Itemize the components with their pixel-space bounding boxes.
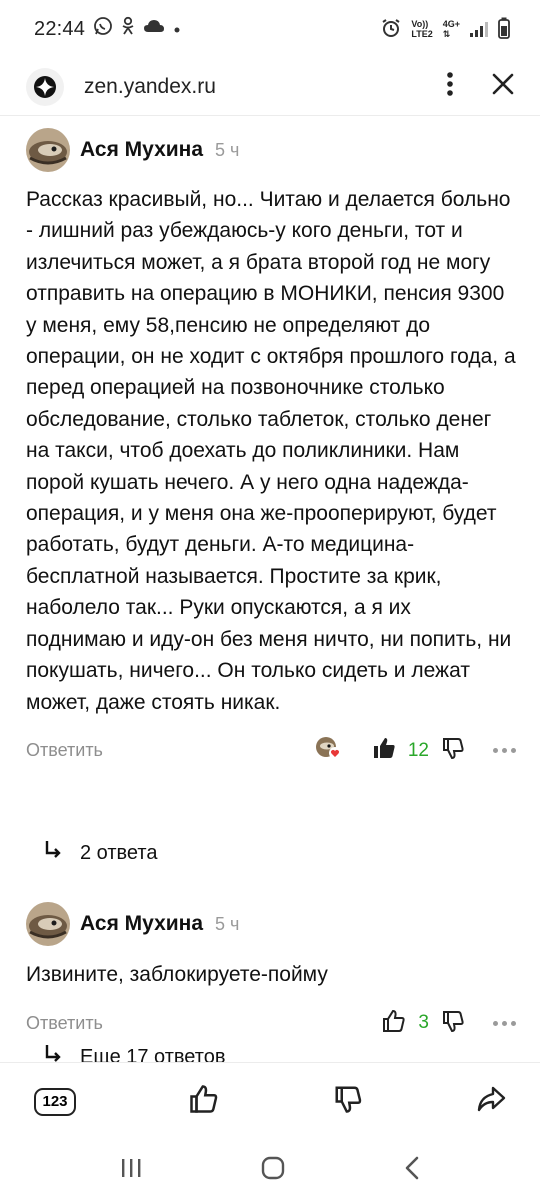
comment-time: 5 ч <box>215 139 240 160</box>
zen-logo-icon <box>26 67 64 106</box>
reply-button[interactable]: Ответить <box>26 740 103 761</box>
reply-button[interactable]: Ответить <box>26 1013 103 1034</box>
like-filled-icon[interactable] <box>372 736 396 765</box>
home-icon[interactable] <box>261 1156 285 1185</box>
like-outline-icon[interactable] <box>189 1084 219 1119</box>
share-icon[interactable] <box>476 1085 506 1118</box>
android-navigation-bar <box>0 1140 540 1200</box>
alarm-icon <box>381 18 401 41</box>
signal-icon <box>470 21 488 37</box>
bottom-toolbar: 123 <box>0 1062 540 1140</box>
comment-time: 5 ч <box>215 913 240 934</box>
comment-author[interactable]: Ася Мухина <box>80 138 203 162</box>
back-icon[interactable] <box>404 1156 420 1185</box>
network-indicator: Vo)) LTE2 <box>411 19 433 39</box>
tabs-count-button[interactable]: 123 <box>34 1087 76 1116</box>
battery-icon <box>498 17 510 42</box>
status-bar: 22:44 Vo)) LTE2 4G+ ⇅ <box>0 0 540 58</box>
url-text[interactable]: zen.yandex.ru <box>84 75 216 99</box>
like-count: 3 <box>418 1012 429 1034</box>
comment-1: Ася Мухина 5 ч Рассказ красивый, но... Ч… <box>26 128 516 766</box>
dislike-icon[interactable] <box>333 1084 363 1119</box>
arrows-icon: ⇅ <box>442 29 451 39</box>
cloud-icon <box>143 18 165 40</box>
more-options-icon[interactable] <box>493 1020 516 1026</box>
dislike-icon[interactable] <box>441 736 465 765</box>
dot-icon <box>173 18 181 40</box>
data-indicator: 4G+ ⇅ <box>442 19 460 39</box>
comment-text: Рассказ красивый, но... Читаю и делается… <box>26 188 516 714</box>
reply-arrow-icon <box>44 840 62 866</box>
odnoklassniki-icon <box>121 16 135 42</box>
browser-url-bar[interactable]: zen.yandex.ru <box>0 58 540 116</box>
dislike-icon[interactable] <box>441 1009 465 1038</box>
show-replies-button[interactable]: 2 ответа <box>44 840 157 866</box>
comment-text: Извините, заблокируете-пойму <box>26 963 328 986</box>
replies-label: 2 ответа <box>80 841 158 864</box>
status-time: 22:44 <box>34 17 86 40</box>
like-outline-icon[interactable] <box>382 1009 406 1038</box>
whatsapp-icon <box>93 16 113 42</box>
recent-apps-icon[interactable] <box>120 1158 142 1183</box>
avatar[interactable] <box>26 902 70 946</box>
more-options-icon[interactable] <box>493 748 516 754</box>
author-liked-avatar-icon <box>314 735 342 766</box>
close-icon[interactable] <box>492 73 514 100</box>
avatar[interactable] <box>26 128 70 172</box>
comment-2: Ася Мухина 5 ч Извините, заблокируете-по… <box>26 902 516 1038</box>
menu-dots-icon[interactable] <box>446 71 454 102</box>
like-count: 12 <box>407 739 429 761</box>
comment-author[interactable]: Ася Мухина <box>80 912 203 936</box>
